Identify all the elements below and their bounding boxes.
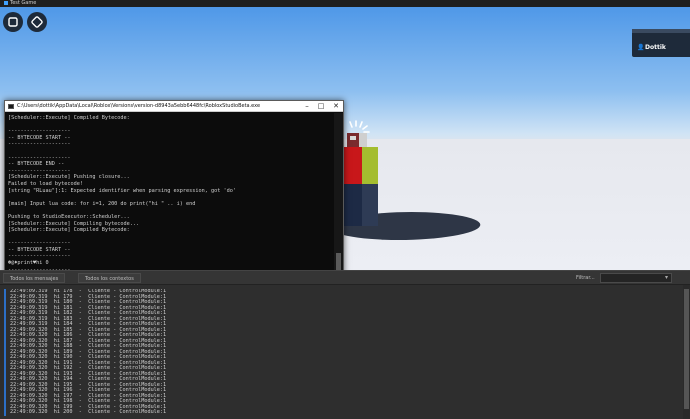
console-line: -------------------- [8,128,332,135]
studio-title-bar: Test Game [0,0,690,7]
console-output[interactable]: [Scheduler::Execute] Compiled Bytecode: … [5,113,335,280]
filter-input[interactable] [600,273,672,283]
player-list[interactable]: 👤 Dottik [632,29,690,57]
console-line: [main] Input lua code: for i=1, 200 do p… [8,201,332,208]
character-arm [362,147,378,185]
menu-icon[interactable] [3,12,23,32]
console-line: [Scheduler::Execute] Compiled Bytecode: [8,227,332,234]
output-panel: Todos los mensajes Todos los contextos F… [0,270,690,419]
console-icon [8,104,14,109]
output-scroll-thumb[interactable] [684,289,689,409]
player-name: Dottik [645,44,666,51]
chevron-down-icon[interactable]: ▾ [665,274,668,281]
maximize-icon[interactable]: □ [315,101,327,112]
close-icon[interactable]: ✕ [330,101,342,112]
character-legs [343,184,363,226]
filter-label: Filtrar... [576,273,595,283]
console-line: -- BYTECODE START -- [8,135,332,142]
console-line: -------------------- [8,155,332,162]
output-source: - Cliente - ControlModule:1 [72,409,166,415]
minimize-icon[interactable]: – [301,101,313,112]
character-accessory [339,119,373,149]
chat-icon[interactable] [27,12,47,32]
player-icon: 👤 [637,44,644,51]
console-line [8,207,332,214]
console-title: C:\Users\dottik\AppData\Local\Roblox\Ver… [17,103,260,109]
output-timestamp: 22:49:09.320 [10,409,47,415]
console-window[interactable]: C:\Users\dottik\AppData\Local\Roblox\Ver… [4,100,344,280]
console-line: -- BYTECODE END -- [8,161,332,168]
output-toolbar: Todos los mensajes Todos los contextos F… [0,271,690,285]
console-line: [Scheduler::Execute] Compiled Bytecode: [8,115,332,122]
console-line: Failed to load bytecode! [8,181,332,188]
context-filter-dropdown[interactable]: Todos los contextos [78,273,141,283]
character-torso [343,147,363,185]
console-title-bar[interactable]: C:\Users\dottik\AppData\Local\Roblox\Ver… [5,101,343,112]
console-line: -- BYTECODE START -- [8,247,332,254]
output-scrollbar[interactable] [683,285,690,419]
console-line: [string "RLuau"]:1: Expected identifier … [8,188,332,195]
console-scrollbar[interactable] [334,113,343,280]
console-line [8,122,332,129]
console-line [8,234,332,241]
character-leg-right [362,184,378,226]
console-line [8,148,332,155]
console-line: [Scheduler::Execute] Pushing closure... [8,174,332,181]
console-line [8,194,332,201]
output-log[interactable]: 22:49:09.319 hi 178 - Cliente - ControlM… [4,289,674,419]
console-line: -------------------- [8,141,332,148]
player-list-header [632,29,690,33]
console-line: -------------------- [8,253,332,260]
console-line: ☻@♦print♥hi 0 [8,260,332,267]
message-filter-dropdown[interactable]: Todos los mensajes [3,273,65,283]
roblox-studio-icon [4,1,8,5]
console-line: -------------------- [8,240,332,247]
console-line: Pushing to StudioExecutor::Scheduler... [8,214,332,221]
output-message: hi 200 [47,409,72,415]
output-row[interactable]: 22:49:09.320 hi 200 - Cliente - ControlM… [4,410,674,416]
studio-title: Test Game [10,0,36,6]
console-line: [Scheduler::Execute] Compiling bytecode.… [8,221,332,228]
console-line: -------------------- [8,168,332,175]
